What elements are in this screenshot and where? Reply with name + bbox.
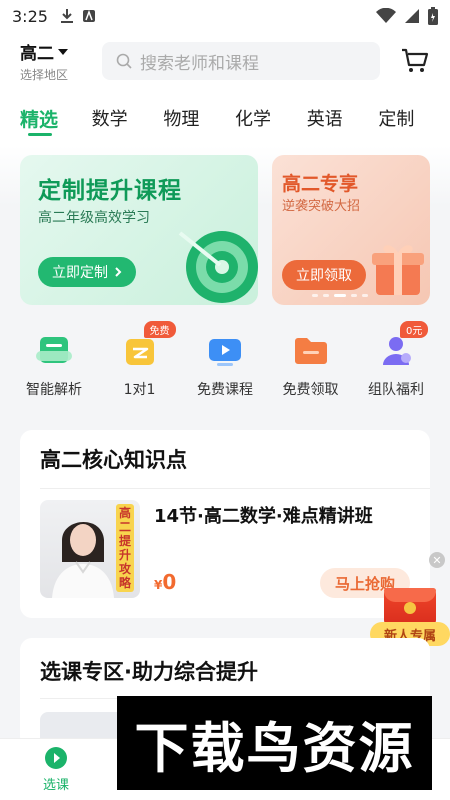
play-circle-icon (45, 747, 67, 769)
course-thumbnail[interactable]: 高二提升攻略 (40, 500, 140, 598)
red-packet-clasp (404, 602, 416, 614)
carousel-dot (351, 294, 357, 297)
grade-selector[interactable]: 高二 选择地区 (20, 39, 90, 83)
target-illustration-icon (178, 231, 258, 303)
quick-link-one-on-one[interactable]: 免费 1对1 (100, 321, 180, 405)
status-time: 3:25 (12, 6, 48, 26)
analysis-icon (36, 337, 72, 363)
caret-down-icon (58, 48, 68, 55)
tab-custom[interactable]: 定制 (378, 90, 450, 146)
quick-link-label: 1对1 (123, 382, 156, 398)
wifi-icon (376, 8, 396, 23)
video-icon (209, 339, 241, 366)
course-price: ¥0 (154, 570, 176, 594)
carousel-indicator (312, 294, 368, 297)
free-badge: 免费 (143, 321, 176, 338)
zero-yuan-badge: 0元 (400, 321, 429, 338)
quick-link-label: 免费领取 (282, 382, 339, 398)
tab-chemistry[interactable]: 化学 (235, 90, 307, 146)
quick-link-free-claim[interactable]: 免费领取 (271, 325, 351, 405)
signal-icon (405, 9, 419, 23)
region-selector[interactable]: 选择地区 (20, 66, 90, 83)
customize-now-button[interactable]: 立即定制 (38, 257, 136, 287)
battery-icon (428, 7, 438, 25)
price-value: 0 (162, 570, 177, 594)
side-banner-subtitle: 逆袭突破大招 (282, 199, 361, 214)
search-icon (116, 53, 132, 69)
customize-now-label: 立即定制 (52, 265, 108, 281)
search-placeholder: 搜索老师和课程 (140, 53, 259, 74)
gift-box-icon (372, 245, 424, 295)
claim-now-button[interactable]: 立即领取 (282, 260, 366, 290)
banner-title: 定制提升课程 (38, 178, 182, 204)
chevron-right-icon (115, 267, 122, 277)
cart-icon[interactable] (400, 46, 430, 76)
close-icon[interactable]: ✕ (429, 552, 445, 568)
nav-item-course-selection[interactable]: 选课 (0, 739, 112, 800)
search-input[interactable]: 搜索老师和课程 (102, 42, 380, 80)
banner-custom-course[interactable]: 定制提升课程 高二年级高效学习 立即定制 (20, 155, 258, 305)
course-title[interactable]: 14节·高二数学·难点精讲班 (154, 502, 373, 528)
core-knowledge-section: 高二核心知识点 高二提升攻略 14节·高二数学·难点精讲班 ¥0 马上抢购 (20, 430, 430, 618)
section-divider (40, 488, 430, 489)
tab-selected[interactable]: 精选 (20, 90, 92, 146)
carousel-dot (362, 294, 368, 297)
section-title: 高二核心知识点 (40, 448, 187, 472)
quick-link-label: 免费课程 (197, 382, 253, 398)
status-bar: 3:25 (0, 0, 450, 32)
carousel-dot-active (334, 294, 346, 297)
tab-english[interactable]: 英语 (307, 90, 379, 146)
thumbnail-tag: 高二提升攻略 (116, 504, 134, 592)
nav-label: 选课 (42, 778, 69, 793)
subject-tabs: 精选 数学 物理 化学 英语 定制 (0, 90, 450, 146)
quick-link-smart-analysis[interactable]: 智能解析 (14, 325, 94, 405)
watermark-overlay: 下载鸟资源 (117, 696, 432, 790)
tab-math[interactable]: 数学 (92, 90, 164, 146)
banner-subtitle: 高二年级高效学习 (38, 210, 150, 226)
folder-icon (294, 338, 327, 364)
quick-link-label: 智能解析 (26, 382, 82, 398)
side-banner-title: 高二专享 (282, 173, 359, 195)
carousel-dot (312, 294, 318, 297)
app-notification-icon (82, 9, 95, 22)
tab-physics[interactable]: 物理 (163, 90, 235, 146)
download-icon (60, 9, 73, 23)
quick-links: 智能解析 免费 1对1 免费课程 免费领取 0元 组队福利 (14, 321, 436, 405)
section-title: 选课专区·助力综合提升 (40, 660, 258, 684)
claim-now-label: 立即领取 (296, 268, 352, 284)
carousel-dot (323, 294, 329, 297)
top-header: 高二 选择地区 搜索老师和课程 (0, 32, 450, 90)
quick-link-free-courses[interactable]: 免费课程 (185, 325, 265, 405)
quick-link-label: 组队福利 (368, 382, 424, 398)
grade-label: 高二 (20, 44, 54, 64)
quick-link-team-benefits[interactable]: 0元 组队福利 (356, 321, 436, 405)
banner-grade-exclusive[interactable]: 高二专享 逆袭突破大招 立即领取 (272, 155, 430, 305)
